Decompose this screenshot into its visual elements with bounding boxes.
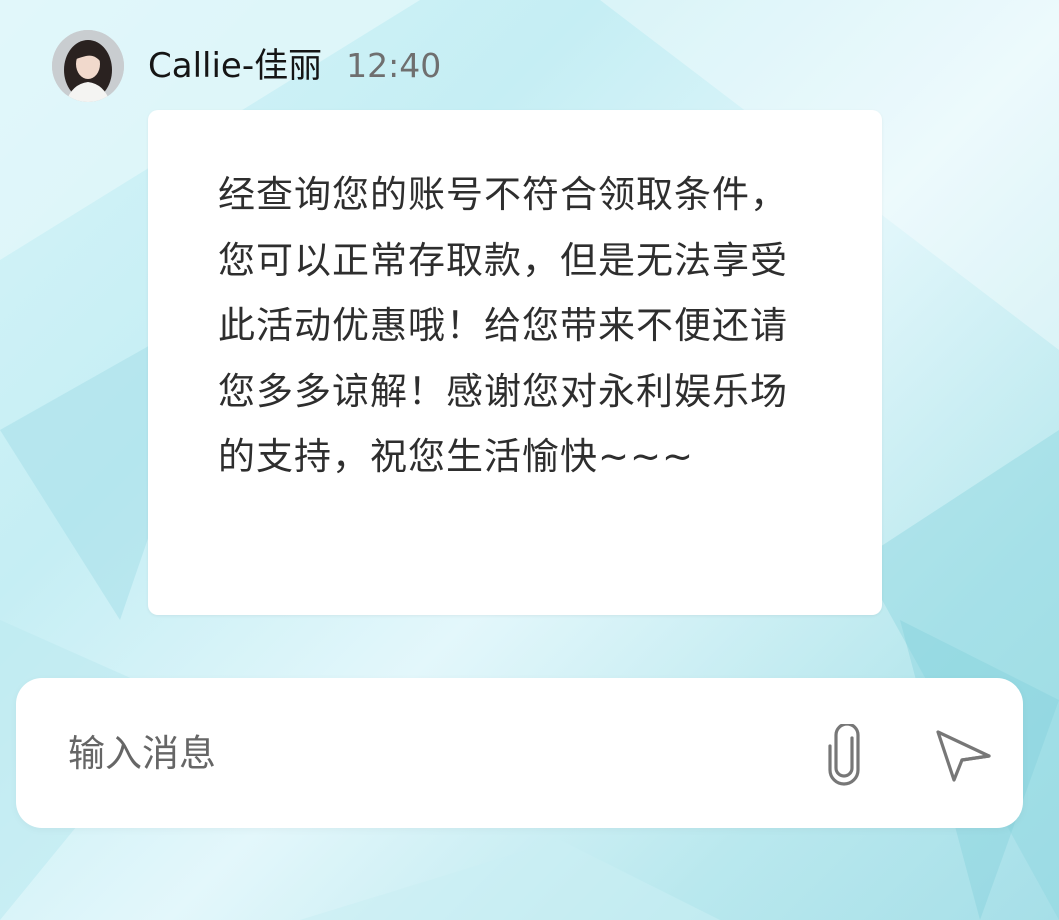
- send-icon: [936, 730, 991, 782]
- send-button[interactable]: [928, 720, 998, 790]
- message-header: Callie-佳丽 12:40: [52, 30, 441, 102]
- message-input[interactable]: [68, 718, 768, 788]
- message-bubble: 经查询您的账号不符合领取条件，您可以正常存取款，但是无法享受此活动优惠哦！给您带…: [148, 110, 882, 615]
- sender-name: Callie-佳丽: [148, 46, 323, 86]
- avatar[interactable]: [52, 30, 124, 102]
- paperclip-icon: [828, 724, 860, 786]
- user-avatar-icon: [52, 30, 124, 102]
- message-composer: [16, 678, 1023, 828]
- message-timestamp: 12:40: [346, 46, 442, 85]
- attach-button[interactable]: [812, 718, 876, 792]
- message-text: 经查询您的账号不符合领取条件，您可以正常存取款，但是无法享受此活动优惠哦！给您带…: [218, 173, 788, 478]
